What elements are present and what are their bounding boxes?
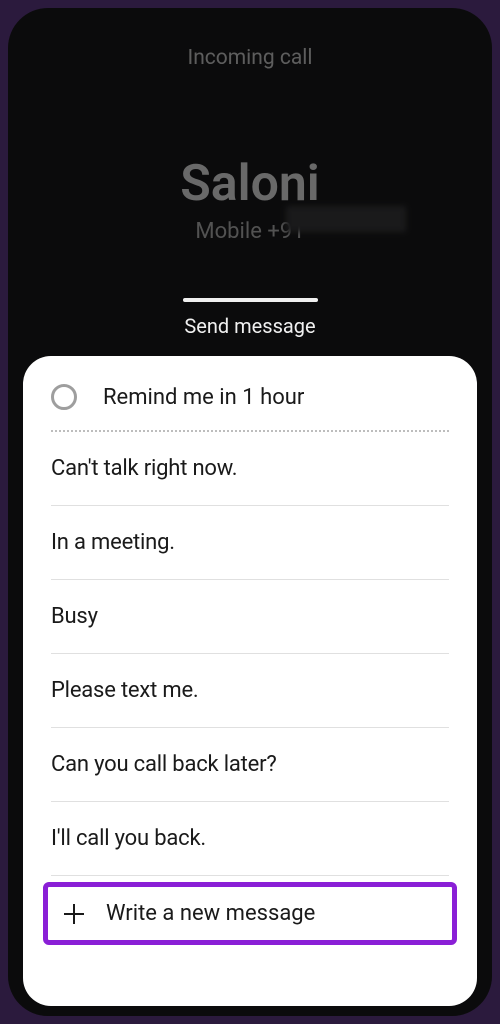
write-new-message-label: Write a new message (106, 901, 315, 926)
quick-reply-option[interactable]: Can you call back later? (23, 728, 477, 801)
reminder-label: Remind me in 1 hour (103, 385, 304, 410)
quick-reply-option[interactable]: Please text me. (23, 654, 477, 727)
quick-reply-option[interactable]: I'll call you back. (23, 802, 477, 875)
quick-reply-sheet: Remind me in 1 hour Can't talk right now… (23, 356, 477, 1006)
quick-reply-option[interactable]: Can't talk right now. (23, 432, 477, 505)
write-new-message-button[interactable]: Write a new message (43, 882, 457, 945)
radio-unchecked-icon (51, 384, 77, 410)
divider (51, 875, 449, 876)
quick-reply-option[interactable]: In a meeting. (23, 506, 477, 579)
sheet-title: Send message (184, 314, 315, 338)
sheet-drag-handle[interactable] (183, 298, 318, 302)
quick-reply-option[interactable]: Busy (23, 580, 477, 653)
sheet-header: Send message (8, 298, 492, 338)
plus-icon (62, 902, 86, 926)
reminder-option[interactable]: Remind me in 1 hour (23, 364, 477, 426)
phone-frame: Incoming call Saloni Mobile +91 Send mes… (8, 8, 492, 1016)
